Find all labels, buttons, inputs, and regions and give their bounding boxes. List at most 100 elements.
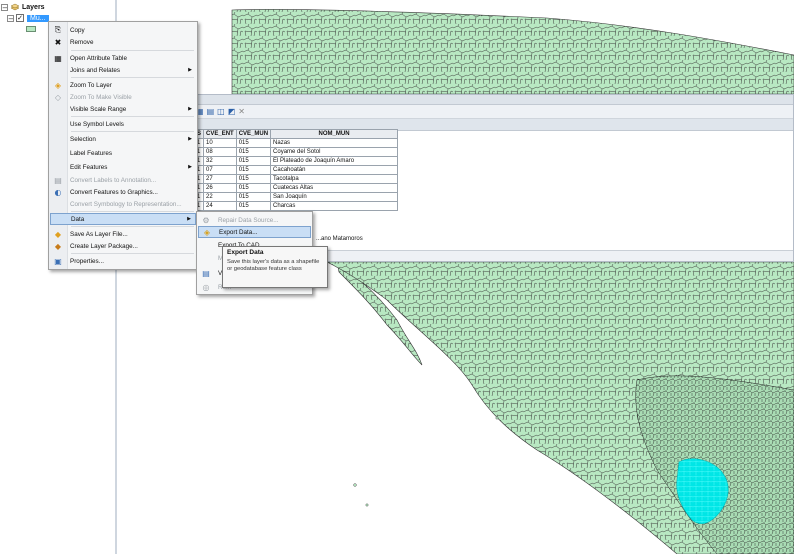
cell: 015 bbox=[235, 192, 272, 202]
cell: Coyame del Sotol bbox=[270, 147, 399, 157]
cell: 07 bbox=[203, 165, 237, 175]
collapse-icon[interactable]: − bbox=[7, 14, 14, 22]
layer-visibility-checkbox[interactable]: ✓ bbox=[16, 14, 24, 22]
mainland-north bbox=[231, 9, 794, 95]
collapse-icon[interactable]: − bbox=[1, 3, 8, 11]
menu-item-remove[interactable]: ✖ Remove bbox=[50, 36, 196, 48]
menu-item-repair-data-source[interactable]: ⚙ Repair Data Source... bbox=[198, 214, 311, 226]
attribute-grid: S CVE_ENT CVE_MUN NOM_MUN 1 10 015 Nazas 10… bbox=[193, 129, 399, 211]
menu-separator bbox=[71, 50, 194, 51]
cell: 015 bbox=[235, 156, 272, 166]
review-icon: ◎ bbox=[202, 282, 210, 292]
layers-icon bbox=[10, 3, 20, 11]
cell: 22 bbox=[203, 192, 237, 202]
menu-item-label-features[interactable]: Label Features bbox=[50, 147, 196, 159]
cell: 24 bbox=[203, 201, 237, 211]
submenu-arrow-icon: ▶ bbox=[187, 216, 191, 222]
delete-selected-icon[interactable]: ✕ bbox=[238, 107, 245, 116]
menu-separator bbox=[71, 211, 194, 212]
zoom-visible-icon: ◇ bbox=[54, 92, 62, 102]
table-row[interactable]: 1 26 015 Cuatecas Altas bbox=[193, 183, 399, 193]
cell: 015 bbox=[235, 165, 272, 175]
table-row[interactable]: 1 27 015 Tacotalpa bbox=[193, 174, 399, 184]
tooltip-body: Save this layer's data as a shapefile or… bbox=[227, 259, 320, 272]
column-header[interactable]: CVE_MUN bbox=[235, 129, 272, 139]
menu-item-properties[interactable]: ▣ Properties... bbox=[50, 255, 196, 267]
cell: Cacahoatán bbox=[270, 165, 399, 175]
cell: 27 bbox=[203, 174, 237, 184]
toc-root-label: Layers bbox=[22, 3, 45, 11]
cell: Nazas bbox=[270, 138, 399, 148]
cell: Cuatecas Altas bbox=[270, 183, 399, 193]
menu-item-zoom-to-make-visible[interactable]: ◇ Zoom To Make Visible bbox=[50, 91, 196, 103]
menu-separator bbox=[71, 131, 194, 132]
menu-separator bbox=[71, 116, 194, 117]
menu-item-save-as-layer-file[interactable]: ◆ Save As Layer File... bbox=[50, 228, 196, 240]
graphics-icon: ◐ bbox=[54, 187, 62, 197]
switch-selection-icon[interactable]: ◫ bbox=[217, 107, 225, 116]
toc-root-row[interactable]: − Layers bbox=[1, 2, 45, 12]
menu-item-zoom-to-layer[interactable]: ◈ Zoom To Layer bbox=[50, 79, 196, 91]
submenu-arrow-icon: ▶ bbox=[188, 136, 192, 142]
menu-separator bbox=[71, 253, 194, 254]
layer-context-menu: ⎘ Copy ✖ Remove ▦ Open Attribute Table Join… bbox=[48, 21, 198, 270]
view-icon: ▤ bbox=[202, 268, 210, 278]
table-icon: ▦ bbox=[54, 53, 62, 63]
export-data-icon: ◈ bbox=[203, 227, 211, 237]
menu-item-copy[interactable]: ⎘ Copy bbox=[50, 24, 196, 36]
select-by-attributes-icon[interactable]: ▤ bbox=[207, 107, 215, 116]
copy-icon: ⎘ bbox=[54, 25, 62, 34]
layer-file-icon: ◆ bbox=[54, 229, 62, 239]
menu-item-selection[interactable]: Selection ▶ bbox=[50, 133, 196, 145]
annotation-icon: ▤ bbox=[54, 175, 62, 185]
table-row[interactable]: 1 32 015 El Plateado de Joaquín Amaro bbox=[193, 156, 399, 166]
tooltip-title: Export Data bbox=[227, 249, 264, 256]
menu-item-use-symbol-levels[interactable]: Use Symbol Levels bbox=[50, 118, 196, 130]
properties-icon: ▣ bbox=[54, 256, 62, 266]
zoom-to-layer-icon: ◈ bbox=[54, 80, 62, 90]
column-header[interactable]: CVE_ENT bbox=[203, 129, 237, 139]
toc-legend-row bbox=[26, 24, 36, 34]
cell: 26 bbox=[203, 183, 237, 193]
column-header[interactable]: NOM_MUN bbox=[270, 129, 399, 139]
package-icon: ◆ bbox=[54, 241, 62, 251]
table-row[interactable]: 1 10 015 Nazas bbox=[193, 138, 399, 148]
menu-item-joins-and-relates[interactable]: Joins and Relates ▶ bbox=[50, 64, 196, 76]
cell: Charcas bbox=[270, 201, 399, 211]
submenu-arrow-icon: ▶ bbox=[188, 106, 192, 112]
table-header-row: S CVE_ENT CVE_MUN NOM_MUN bbox=[193, 129, 399, 139]
table-row[interactable]: 1 24 015 Charcas bbox=[193, 201, 399, 211]
repair-icon: ⚙ bbox=[202, 215, 210, 225]
submenu-arrow-icon: ▶ bbox=[188, 164, 192, 170]
menu-item-convert-labels-to-annotation[interactable]: ▤ Convert Labels to Annotation... bbox=[50, 174, 196, 186]
cell: 015 bbox=[235, 174, 272, 184]
export-data-tooltip: Export Data Save this layer's data as a … bbox=[222, 246, 328, 288]
cell: El Plateado de Joaquín Amaro bbox=[270, 156, 399, 166]
menu-item-convert-symbology-to-representation[interactable]: Convert Symbology to Representation... bbox=[50, 198, 196, 210]
toc-layer-row[interactable]: − ✓ Mu... bbox=[7, 13, 49, 23]
menu-item-data[interactable]: Data ▶ bbox=[50, 213, 196, 225]
menu-item-convert-features-to-graphics[interactable]: ◐ Convert Features to Graphics... bbox=[50, 186, 196, 198]
cell: 015 bbox=[235, 201, 272, 211]
clear-selection-icon[interactable]: ◩ bbox=[228, 107, 236, 116]
cell: 015 bbox=[235, 138, 272, 148]
table-row[interactable]: 1 07 015 Cacahoatán bbox=[193, 165, 399, 175]
menu-item-create-layer-package[interactable]: ◆ Create Layer Package... bbox=[50, 240, 196, 252]
remove-icon: ✖ bbox=[54, 37, 62, 47]
layer-name[interactable]: Mu... bbox=[27, 14, 49, 22]
table-row[interactable]: 1 22 015 San Joaquín bbox=[193, 192, 399, 202]
cell: 32 bbox=[203, 156, 237, 166]
table-title-bar[interactable] bbox=[194, 95, 793, 105]
menu-item-export-data[interactable]: ◈ Export Data... bbox=[198, 226, 311, 238]
cell: 015 bbox=[235, 147, 272, 157]
legend-swatch bbox=[26, 26, 36, 32]
menu-item-visible-scale-range[interactable]: Visible Scale Range ▶ bbox=[50, 103, 196, 115]
submenu-arrow-icon: ▶ bbox=[188, 67, 192, 73]
table-row[interactable]: 1 08 015 Coyame del Sotol bbox=[193, 147, 399, 157]
menu-item-edit-features[interactable]: Edit Features ▶ bbox=[50, 161, 196, 173]
cell: 10 bbox=[203, 138, 237, 148]
cell: 015 bbox=[235, 183, 272, 193]
cell: 08 bbox=[203, 147, 237, 157]
menu-separator bbox=[71, 77, 194, 78]
menu-item-open-attribute-table[interactable]: ▦ Open Attribute Table bbox=[50, 52, 196, 64]
